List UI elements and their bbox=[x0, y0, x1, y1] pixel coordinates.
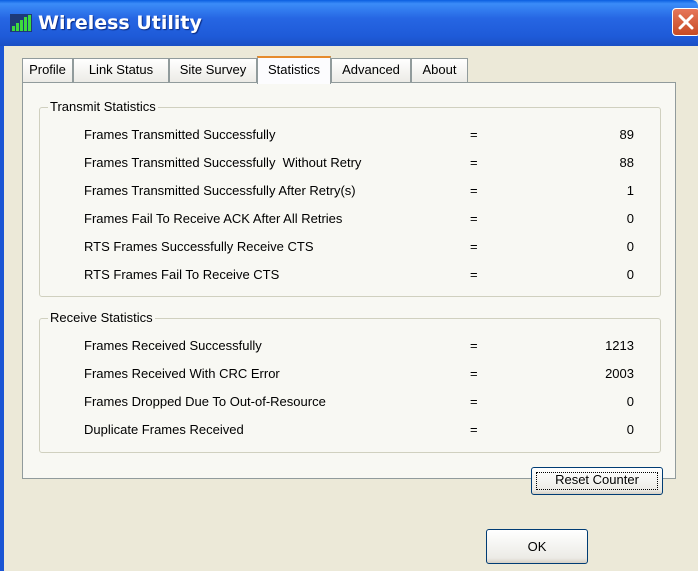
stat-label: Frames Received Successfully bbox=[84, 338, 262, 353]
stat-row: RTS Frames Successfully Receive CTS = 0 bbox=[84, 239, 634, 257]
stat-row: Frames Fail To Receive ACK After All Ret… bbox=[84, 211, 634, 229]
equals-sign: = bbox=[470, 211, 478, 226]
reset-counter-button[interactable]: Reset Counter bbox=[531, 467, 663, 495]
stat-row: RTS Frames Fail To Receive CTS = 0 bbox=[84, 267, 634, 285]
stat-row: Frames Transmitted Successfully = 89 bbox=[84, 127, 634, 145]
stat-row: Frames Received Successfully = 1213 bbox=[84, 338, 634, 356]
stat-row: Frames Received With CRC Error = 2003 bbox=[84, 366, 634, 384]
statistics-panel: Transmit Statistics Frames Transmitted S… bbox=[22, 82, 676, 495]
tab-link-status[interactable]: Link Status bbox=[73, 58, 169, 82]
stat-value: 1 bbox=[626, 183, 634, 198]
title-bar[interactable]: Wireless Utility bbox=[0, 0, 698, 46]
equals-sign: = bbox=[470, 127, 478, 142]
close-icon bbox=[678, 14, 694, 30]
tab-advanced[interactable]: Advanced bbox=[331, 58, 411, 82]
equals-sign: = bbox=[470, 155, 478, 170]
transmit-statistics-group: Transmit Statistics Frames Transmitted S… bbox=[39, 99, 661, 297]
stat-label: RTS Frames Fail To Receive CTS bbox=[84, 267, 280, 282]
equals-sign: = bbox=[470, 338, 478, 353]
equals-sign: = bbox=[470, 394, 478, 409]
signal-bars-icon bbox=[10, 14, 32, 32]
receive-statistics-title: Receive Statistics bbox=[48, 310, 155, 325]
equals-sign: = bbox=[470, 239, 478, 254]
ok-button[interactable]: OK bbox=[486, 529, 588, 564]
close-button[interactable] bbox=[672, 8, 698, 36]
transmit-statistics-title: Transmit Statistics bbox=[48, 99, 158, 114]
equals-sign: = bbox=[470, 183, 478, 198]
wireless-utility-window: Wireless Utility Profile Link Status Sit… bbox=[0, 0, 698, 571]
stat-label: Frames Transmitted Successfully bbox=[84, 127, 276, 142]
stat-row: Frames Dropped Due To Out-of-Resource = … bbox=[84, 394, 634, 412]
stat-value: 0 bbox=[626, 211, 634, 226]
stat-value: 0 bbox=[626, 422, 634, 437]
equals-sign: = bbox=[470, 366, 478, 381]
stat-label: Frames Dropped Due To Out-of-Resource bbox=[84, 394, 326, 409]
tab-site-survey[interactable]: Site Survey bbox=[169, 58, 257, 82]
stat-row: Frames Transmitted Successfully Without … bbox=[84, 155, 634, 173]
receive-statistics-group: Receive Statistics Frames Received Succe… bbox=[39, 310, 661, 453]
stat-row: Duplicate Frames Received = 0 bbox=[84, 422, 634, 440]
stat-label: Duplicate Frames Received bbox=[84, 422, 244, 437]
stat-label: RTS Frames Successfully Receive CTS bbox=[84, 239, 314, 254]
stat-value: 0 bbox=[626, 267, 634, 282]
stat-row: Frames Transmitted Successfully After Re… bbox=[84, 183, 634, 201]
stat-value: 89 bbox=[619, 127, 634, 142]
stat-value: 88 bbox=[619, 155, 634, 170]
stat-value: 2003 bbox=[605, 366, 634, 381]
window-border bbox=[0, 46, 4, 571]
focus-rectangle bbox=[536, 472, 658, 490]
tab-statistics[interactable]: Statistics bbox=[257, 56, 331, 84]
window-title: Wireless Utility bbox=[38, 12, 202, 34]
stat-value: 0 bbox=[626, 239, 634, 254]
stat-value: 1213 bbox=[605, 338, 634, 353]
tab-profile[interactable]: Profile bbox=[22, 58, 73, 82]
stat-label: Frames Transmitted Successfully Without … bbox=[84, 155, 362, 170]
stat-label: Frames Received With CRC Error bbox=[84, 366, 280, 381]
stat-label: Frames Transmitted Successfully After Re… bbox=[84, 183, 356, 198]
equals-sign: = bbox=[470, 267, 478, 282]
equals-sign: = bbox=[470, 422, 478, 437]
tab-about[interactable]: About bbox=[411, 58, 468, 82]
stat-value: 0 bbox=[626, 394, 634, 409]
stat-label: Frames Fail To Receive ACK After All Ret… bbox=[84, 211, 343, 226]
